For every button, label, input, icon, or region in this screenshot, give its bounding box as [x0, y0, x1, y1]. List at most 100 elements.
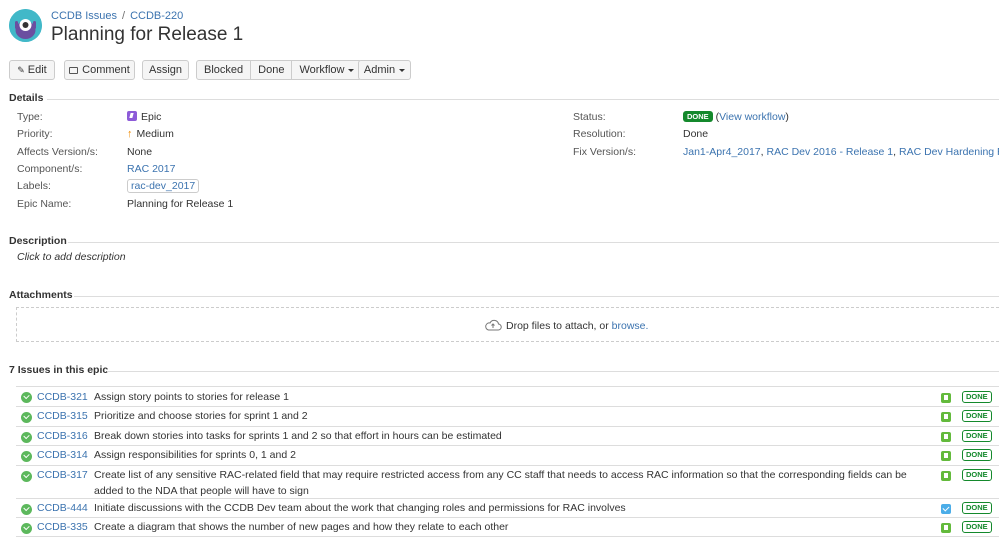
component-label: Component/s: — [17, 163, 83, 175]
issue-key-link[interactable]: CCDB-444 — [37, 502, 88, 514]
done-button-label: Done — [258, 64, 285, 76]
status-value: DONE (View workflow) — [683, 111, 789, 123]
issue-summary: Prioritize and choose stories for sprint… — [94, 410, 308, 422]
project-avatar[interactable] — [9, 9, 42, 42]
labels-value: rac-dev_2017 — [127, 179, 200, 193]
issue-key-link[interactable]: CCDB-321 — [37, 391, 88, 403]
breadcrumb: CCDB Issues / CCDB-220 — [51, 10, 183, 22]
fix-version-link[interactable]: Jan1-Apr4_2017 — [683, 146, 761, 158]
issue-key-link[interactable]: CCDB-317 — [37, 469, 88, 481]
issue-key-link[interactable]: CCDB-316 — [37, 430, 88, 442]
fix-version-link[interactable]: RAC Dev Hardening Rele — [899, 146, 999, 158]
status-badge: DONE — [962, 502, 992, 514]
comment-button-label: Comment — [82, 64, 130, 76]
dropzone-text: Drop files to attach, or browse. — [484, 319, 648, 332]
status-label: Status: — [573, 111, 606, 123]
breadcrumb-issue-key-link[interactable]: CCDB-220 — [130, 10, 183, 22]
story-icon — [941, 451, 951, 461]
table-row[interactable]: CCDB-315 Prioritize and choose stories f… — [16, 406, 999, 426]
blocked-button-label: Blocked — [204, 64, 244, 76]
edit-button[interactable]: ✎ Edit — [9, 60, 55, 80]
breadcrumb-project-link[interactable]: CCDB Issues — [51, 10, 117, 22]
table-row[interactable]: CCDB-444 Initiate discussions with the C… — [16, 498, 999, 517]
priority-value: ↑ Medium — [127, 128, 174, 140]
comment-button[interactable]: Comment — [64, 60, 135, 80]
details-divider — [47, 99, 999, 100]
type-value: Epic — [127, 111, 161, 123]
issue-summary: Assign story points to stories for relea… — [94, 391, 289, 403]
issue-summary: Assign responsibilities for sprints 0, 1… — [94, 449, 296, 461]
table-row[interactable]: CCDB-321 Assign story points to stories … — [16, 386, 999, 406]
browse-link[interactable]: browse. — [612, 320, 649, 332]
priority-up-arrow-icon: ↑ — [127, 128, 133, 140]
story-icon — [941, 471, 951, 481]
description-placeholder[interactable]: Click to add description — [17, 251, 126, 263]
issue-summary: Create a diagram that shows the number o… — [94, 521, 509, 533]
chevron-down-icon — [348, 68, 355, 72]
resolution-label: Resolution: — [573, 128, 626, 140]
workflow-dropdown[interactable]: Workflow — [292, 61, 361, 79]
status-badge: DONE — [962, 521, 992, 533]
status-badge: DONE — [962, 449, 992, 461]
table-row[interactable]: CCDB-317 Create list of any sensitive RA… — [16, 465, 999, 498]
attachments-heading: Attachments — [9, 289, 73, 301]
issue-key-link[interactable]: CCDB-335 — [37, 521, 88, 533]
fix-version-link[interactable]: RAC Dev 2016 - Release 1 — [767, 146, 894, 158]
epic-issues-heading: 7 Issues in this epic — [9, 364, 109, 376]
story-icon — [941, 432, 951, 442]
description-divider — [68, 242, 999, 243]
cloud-upload-icon — [485, 319, 502, 331]
resolved-check-icon — [21, 392, 32, 403]
story-icon — [941, 393, 951, 403]
fix-version-label: Fix Version/s: — [573, 146, 637, 158]
component-link[interactable]: RAC 2017 — [127, 163, 175, 175]
table-row[interactable]: CCDB-335 Create a diagram that shows the… — [16, 517, 999, 537]
resolved-check-icon — [21, 432, 32, 443]
epic-icon — [127, 111, 137, 121]
resolved-check-icon — [21, 451, 32, 462]
epic-name-value: Planning for Release 1 — [127, 198, 234, 210]
issue-summary: Create list of any sensitive RAC-related… — [94, 469, 907, 497]
workflow-dropdown-label: Workflow — [299, 64, 345, 76]
breadcrumb-separator: / — [122, 10, 126, 22]
resolved-check-icon — [21, 504, 32, 515]
affects-version-label: Affects Version/s: — [17, 146, 98, 158]
table-row[interactable]: CCDB-314 Assign responsibilities for spr… — [16, 445, 999, 465]
edit-button-label: Edit — [27, 64, 47, 76]
issue-key-link[interactable]: CCDB-314 — [37, 449, 88, 461]
task-icon — [941, 504, 951, 514]
resolved-check-icon — [21, 523, 32, 534]
assign-button[interactable]: Assign — [142, 60, 189, 80]
issue-key-link[interactable]: CCDB-315 — [37, 410, 88, 422]
admin-dropdown[interactable]: Admin — [358, 60, 411, 80]
labels-label: Labels: — [17, 180, 51, 192]
table-row[interactable]: CCDB-316 Break down stories into tasks f… — [16, 426, 999, 445]
done-button[interactable]: Done — [251, 61, 293, 79]
resolved-check-icon — [21, 412, 32, 423]
epic-issues-divider — [107, 371, 999, 372]
priority-label: Priority: — [17, 128, 53, 140]
issue-summary: Break down stories into tasks for sprint… — [94, 430, 502, 442]
pencil-icon: ✎ — [17, 65, 25, 75]
affects-version-value: None — [127, 146, 153, 158]
status-badge: DONE — [962, 469, 992, 481]
workflow-button-group: Blocked Done Workflow — [196, 60, 363, 80]
dropzone-label: Drop files to attach, or — [506, 320, 609, 332]
fix-versions-value: Jan1-Apr4_2017, RAC Dev 2016 - Release 1… — [683, 146, 999, 158]
priority-value-text: Medium — [136, 128, 174, 140]
resolved-check-icon — [21, 471, 32, 482]
description-heading: Description — [9, 235, 67, 247]
view-workflow-link[interactable]: View workflow — [719, 111, 785, 123]
status-lozenge: DONE — [683, 111, 713, 122]
assign-button-label: Assign — [148, 64, 183, 76]
blocked-button[interactable]: Blocked — [197, 61, 252, 79]
status-badge: DONE — [962, 410, 992, 422]
status-badge: DONE — [962, 391, 992, 403]
attachments-divider — [74, 296, 999, 297]
comment-icon — [69, 67, 79, 74]
page-title: Planning for Release 1 — [51, 24, 244, 45]
epic-name-label: Epic Name: — [17, 198, 72, 210]
label-tag[interactable]: rac-dev_2017 — [127, 179, 200, 193]
admin-dropdown-label: Admin — [363, 64, 396, 76]
resolution-value: Done — [683, 128, 709, 140]
